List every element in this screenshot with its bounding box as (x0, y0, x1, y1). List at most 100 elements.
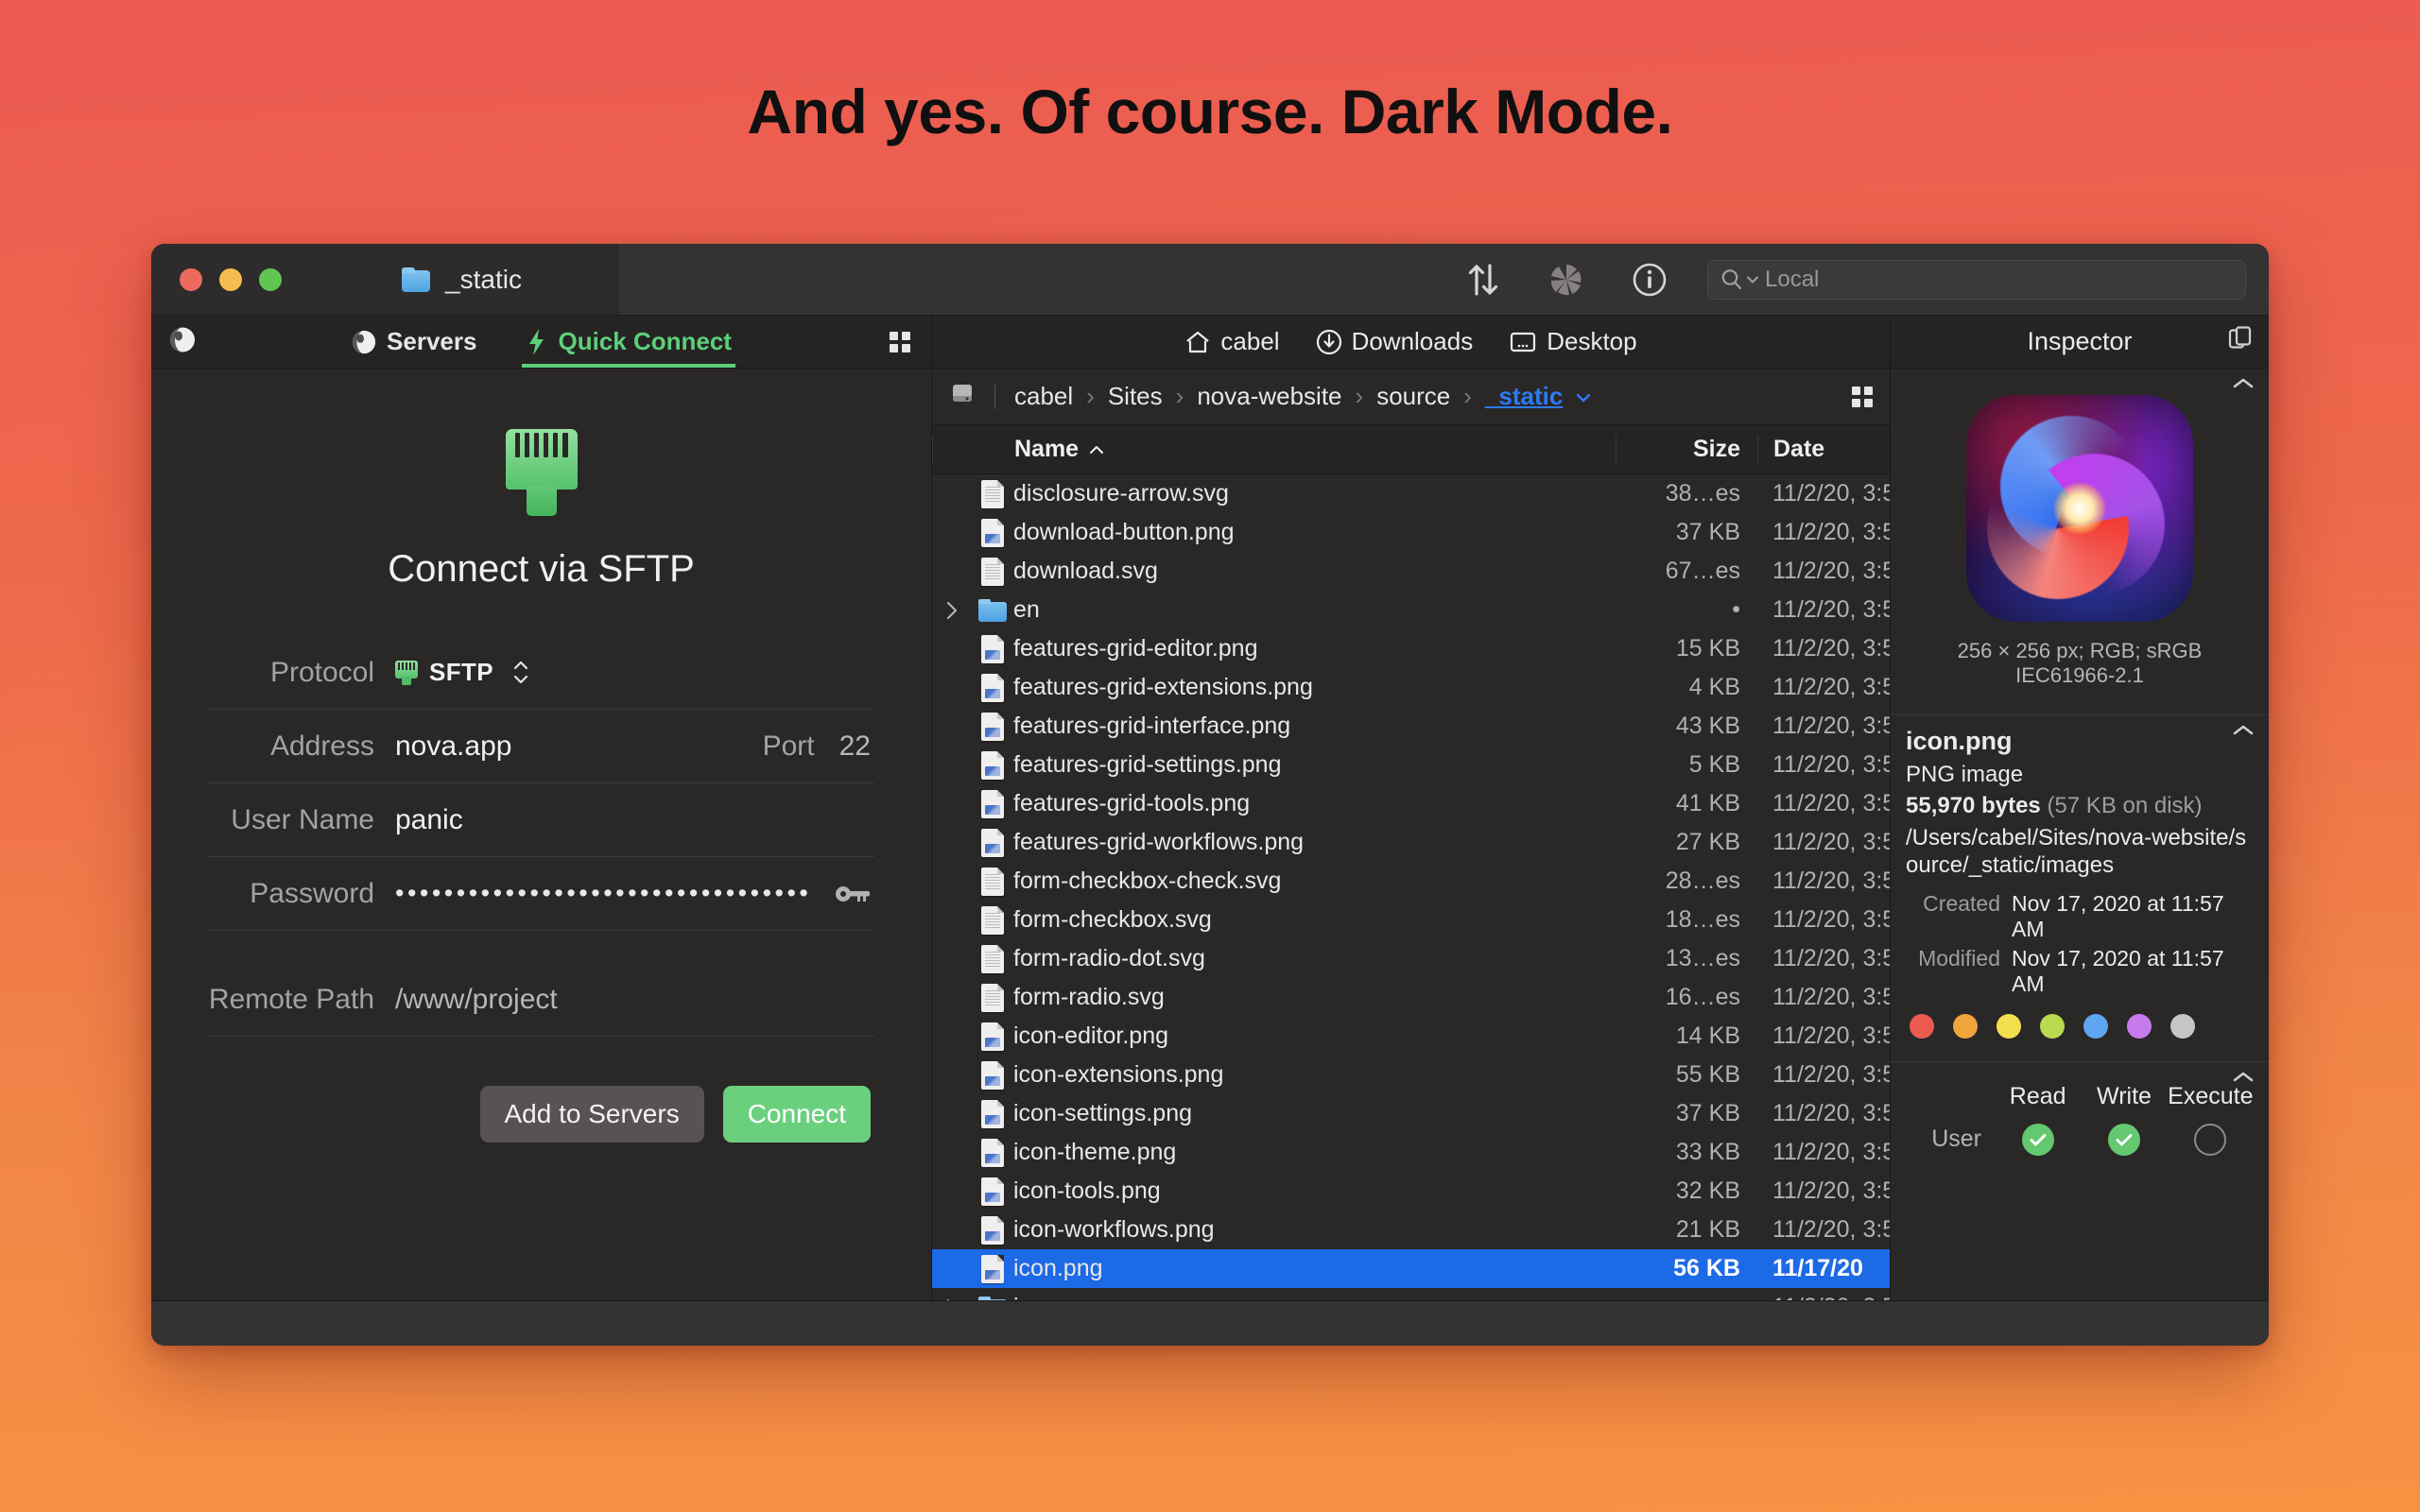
file-name: icon-workflows.png (1013, 1216, 1215, 1243)
username-input[interactable]: panic (395, 804, 874, 836)
file-date: 11/2/20, 3:5 (1772, 868, 1890, 894)
crumb-cabel[interactable]: cabel (1014, 382, 1073, 411)
file-name: features-grid-workflows.png (1013, 829, 1305, 855)
table-row[interactable]: form-checkbox-check.svg 28…es 11/2/20, 3:5 (932, 862, 1890, 901)
table-row[interactable]: icon-theme.png 33 KB 11/2/20, 3:5 (932, 1133, 1890, 1172)
protocol-select[interactable]: SFTP (395, 658, 874, 687)
table-row[interactable]: form-radio.svg 16…es 11/2/20, 3:5 (932, 978, 1890, 1017)
color-tag-4[interactable] (2083, 1013, 2108, 1039)
collapse-preview-chevron-icon[interactable] (2231, 376, 2256, 396)
permission-write-checkbox[interactable] (2107, 1123, 2140, 1156)
color-tag-5[interactable] (2127, 1013, 2152, 1039)
svg-file-icon (972, 983, 1013, 1012)
connect-button[interactable]: Connect (722, 1086, 871, 1143)
window-titlebar: _static Local (151, 244, 2269, 316)
table-row[interactable]: features-grid-tools.png 41 KB 11/2/20, 3:5 (932, 784, 1890, 823)
collapse-permissions-chevron-icon[interactable] (2231, 1070, 2256, 1090)
color-tag-0[interactable] (1910, 1013, 1934, 1039)
favorite-downloads[interactable]: Downloads (1316, 327, 1473, 356)
collapse-info-chevron-icon[interactable] (2231, 723, 2256, 743)
table-row[interactable]: download.svg 67…es 11/2/20, 3:5 (932, 552, 1890, 591)
stepper-icon[interactable] (512, 661, 529, 684)
file-date: 11/17/20 (1772, 1255, 1863, 1281)
file-size: 43 KB (1675, 713, 1740, 739)
table-row[interactable]: form-checkbox.svg 18…es 11/2/20, 3:5 (932, 901, 1890, 939)
username-label: User Name (231, 803, 374, 835)
chevron-right-icon: › (1355, 382, 1364, 410)
disclosure-triangle-icon[interactable] (932, 1297, 972, 1300)
tab-servers-label: Servers (387, 327, 477, 355)
table-row[interactable]: ja•11/2/20, 3:5 (932, 1288, 1890, 1300)
table-row[interactable]: icon-workflows.png 21 KB 11/2/20, 3:5 (932, 1211, 1890, 1249)
copy-icon[interactable] (2227, 324, 2254, 359)
crumb-nova-website[interactable]: nova-website (1197, 382, 1341, 411)
browser-view-grid-button[interactable] (1852, 386, 1873, 407)
port-input[interactable]: 22 (839, 730, 871, 763)
table-row[interactable]: features-grid-extensions.png 4 KB 11/2/20,… (932, 668, 1890, 707)
file-list[interactable]: disclosure-arrow.svg 38…es 11/2/20, 3:5 dow… (932, 474, 1890, 1300)
image-file-icon (972, 750, 1013, 780)
table-row[interactable]: features-grid-workflows.png 27 KB 11/2/20,… (932, 823, 1890, 862)
inspector-dates: Created Nov 17, 2020 at 11:57 AM Modifie… (1906, 891, 2254, 997)
color-tag-2[interactable] (1996, 1013, 2021, 1039)
file-name: form-radio-dot.svg (1013, 945, 1205, 971)
table-row[interactable]: icon-settings.png 37 KB 11/2/20, 3:5 (932, 1094, 1890, 1133)
chevron-right-icon: › (1175, 382, 1184, 410)
chevron-down-icon[interactable] (1574, 382, 1593, 411)
close-window-button[interactable] (180, 267, 202, 291)
permission-execute-checkbox[interactable] (2194, 1123, 2227, 1156)
password-input[interactable]: •••••••••••••••••••••••••••••••••• (395, 881, 811, 906)
favorite-desktop[interactable]: Desktop (1509, 327, 1637, 356)
info-icon[interactable] (1630, 260, 1669, 300)
tab-servers[interactable]: Servers (347, 316, 480, 368)
file-metadata: icon.png PNG image 55,970 bytes (57 KB o… (1906, 721, 2254, 1048)
permission-read-checkbox[interactable] (2021, 1123, 2054, 1156)
remote-path-input[interactable]: /www/project (395, 984, 874, 1016)
column-headers: Name Size Date (932, 425, 1890, 474)
view-grid-button[interactable] (890, 331, 910, 352)
table-row[interactable]: form-radio-dot.svg 13…es 11/2/20, 3:5 (932, 939, 1890, 978)
search-input[interactable]: Local (1707, 259, 2246, 300)
color-tag-1[interactable] (1953, 1013, 1978, 1039)
refresh-pinwheel-icon[interactable] (1547, 260, 1586, 300)
tab-quick-connect[interactable]: Quick Connect (522, 316, 736, 368)
address-input[interactable]: nova.app (395, 730, 763, 763)
minimize-window-button[interactable] (219, 267, 242, 291)
table-row[interactable]: en • 11/2/20, 3:5 (932, 591, 1890, 629)
table-row[interactable]: disclosure-arrow.svg 38…es 11/2/20, 3:5 (932, 474, 1890, 513)
zoom-window-button[interactable] (259, 267, 282, 291)
permission-row-label: User (1931, 1125, 1981, 1153)
table-row[interactable]: icon.png 56 KB 11/17/20 (932, 1249, 1890, 1288)
color-tag-3[interactable] (2040, 1013, 2065, 1039)
table-row[interactable]: features-grid-editor.png 15 KB 11/2/20, 3:… (932, 629, 1890, 668)
crumb-source[interactable]: source (1376, 382, 1450, 411)
crumb-static[interactable]: _static (1485, 382, 1563, 411)
disclosure-triangle-icon[interactable] (932, 600, 972, 621)
file-date: 11/2/20, 3:5 (1772, 829, 1890, 855)
key-icon[interactable] (835, 884, 874, 904)
table-row[interactable]: features-grid-interface.png 43 KB 11/2/20,… (932, 707, 1890, 746)
tab-static[interactable]: _static (306, 244, 618, 315)
inspector-pane: Inspector 256 × 256 px; RGB; sRGB IEC619… (1891, 316, 2269, 1300)
file-size: 18…es (1665, 906, 1740, 933)
file-date: 11/2/20, 3:5 (1772, 674, 1890, 700)
table-row[interactable]: icon-extensions.png 55 KB 11/2/20, 3:5 (932, 1056, 1890, 1094)
color-tags[interactable] (1906, 1013, 2254, 1039)
color-tag-6[interactable] (2170, 1013, 2195, 1039)
transfers-icon[interactable] (1463, 260, 1503, 300)
inspector-file-name: icon.png (1906, 727, 2013, 755)
table-row[interactable]: features-grid-settings.png 5 KB 11/2/20, 3… (932, 746, 1890, 784)
created-row: Created Nov 17, 2020 at 11:57 AM (1906, 891, 2254, 942)
crumb-sites[interactable]: Sites (1108, 382, 1163, 411)
add-to-servers-button[interactable]: Add to Servers (479, 1086, 704, 1143)
column-date[interactable]: Date (1757, 436, 1890, 463)
table-row[interactable]: icon-editor.png 14 KB 11/2/20, 3:5 (932, 1017, 1890, 1056)
permission-col-write: Write (2097, 1082, 2152, 1109)
column-name[interactable]: Name (932, 436, 1616, 463)
column-size[interactable]: Size (1616, 436, 1757, 463)
address-label: Address (269, 730, 374, 762)
table-row[interactable]: icon-tools.png 32 KB 11/2/20, 3:5 (932, 1172, 1890, 1211)
table-row[interactable]: download-button.png 37 KB 11/2/20, 3:5 (932, 513, 1890, 552)
favorite-cabel[interactable]: cabel (1184, 327, 1280, 356)
globe-icon[interactable] (168, 325, 197, 358)
